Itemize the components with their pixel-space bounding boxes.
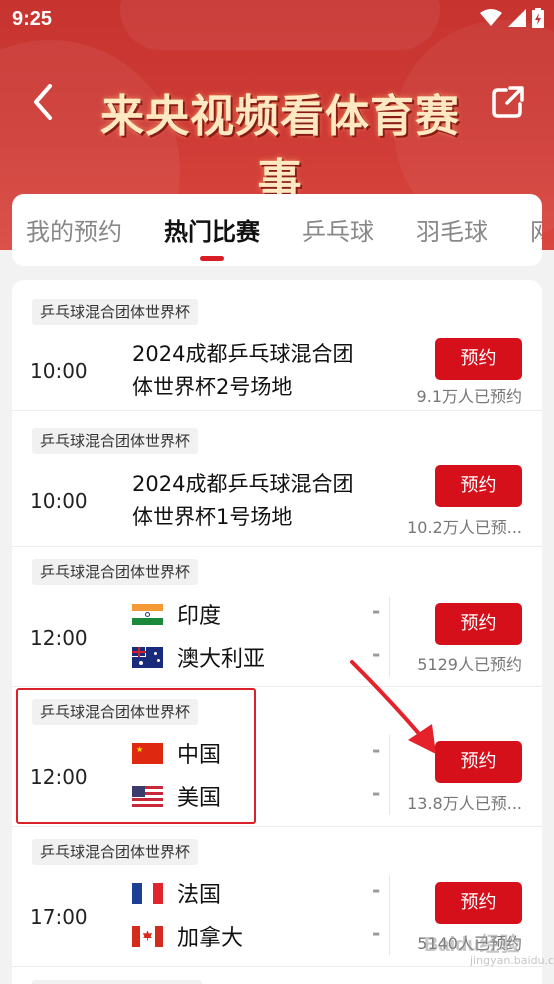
match-card[interactable]: 乒乓球混合团体世界杯 12:00 印度 澳大利亚 - - 预约 5129人已预约 — [12, 547, 542, 687]
event-tag: 乒乓球混合团体世界杯 — [32, 428, 199, 454]
share-icon[interactable] — [490, 84, 526, 120]
watermark: Baidu经验 — [424, 934, 520, 956]
reservation-count: 13.8万人已预... — [407, 794, 522, 813]
team-row: 加拿大 — [132, 921, 243, 951]
reserve-button[interactable]: 预约 — [435, 338, 522, 380]
match-title-line: 体世界杯2号场地 — [132, 375, 293, 399]
reserve-button[interactable]: 预约 — [435, 882, 522, 924]
reservation-count: 9.1万人已预约 — [416, 387, 522, 406]
wifi-icon — [480, 9, 502, 26]
status-time: 9:25 — [12, 8, 53, 30]
team-row: 澳大利亚 — [132, 642, 265, 672]
event-tag: 乒乓球混合团体世界杯 — [32, 839, 199, 865]
team-name: 法国 — [177, 883, 222, 908]
canada-flag-icon — [132, 925, 163, 947]
category-tabs: 我的预约 热门比赛 乒乓球 羽毛球 网 — [12, 194, 542, 266]
highlight-box — [16, 688, 256, 824]
match-title-line: 2024成都乒乓球混合团 — [132, 472, 354, 496]
event-tag: 乒乓球混合团体世界杯 — [32, 559, 199, 585]
team-name: 加拿大 — [177, 926, 244, 951]
active-tab-indicator — [200, 256, 224, 261]
status-icons — [480, 8, 544, 28]
match-card[interactable]: 乒乓球混合团体世界杯 10:00 2024成都乒乓球混合团 体世界杯1号场地 预… — [12, 411, 542, 547]
team-score: - — [372, 599, 381, 623]
status-bar: 9:25 — [0, 0, 554, 38]
match-title: 2024成都乒乓球混合团 体世界杯1号场地 — [132, 468, 382, 534]
reservation-count: 10.2万人已预... — [407, 518, 522, 537]
match-time: 10:00 — [30, 359, 88, 383]
watermark-sub: jingyan.baidu.com — [470, 954, 554, 967]
tab-my-reservations[interactable]: 我的预约 — [26, 212, 122, 247]
france-flag-icon — [132, 882, 163, 904]
team-name: 澳大利亚 — [177, 647, 266, 672]
match-title: 2024成都乒乓球混合团 体世界杯2号场地 — [132, 338, 382, 404]
team-name: 印度 — [177, 604, 222, 629]
match-time: 12:00 — [30, 626, 88, 650]
match-card[interactable]: 乒乓球混合团体世界杯 10:00 2024成都乒乓球混合团 体世界杯2号场地 预… — [12, 280, 542, 411]
battery-icon — [532, 8, 544, 28]
match-title-line: 体世界杯1号场地 — [132, 505, 293, 529]
team-row: 印度 — [132, 599, 221, 629]
match-list: 乒乓球混合团体世界杯 10:00 2024成都乒乓球混合团 体世界杯2号场地 预… — [12, 280, 542, 984]
team-score: - — [372, 878, 381, 902]
match-title-line: 2024成都乒乓球混合团 — [132, 342, 354, 366]
tab-hot-matches[interactable]: 热门比赛 — [164, 212, 260, 247]
event-tag: 乒乓球混合团体世界杯 — [32, 299, 199, 325]
reserve-button[interactable]: 预约 — [435, 603, 522, 645]
australia-flag-icon — [132, 646, 163, 668]
tab-badminton[interactable]: 羽毛球 — [416, 212, 488, 247]
title-row: 来央视频看体育赛事 — [0, 70, 554, 206]
chevron-left-icon[interactable] — [26, 82, 60, 122]
event-tag-partial — [32, 980, 202, 984]
page-title: 来央视频看体育赛事 — [100, 91, 460, 206]
team-row: 法国 — [132, 878, 221, 908]
annotation-arrow-icon — [350, 660, 436, 754]
tab-tennis[interactable]: 网 — [530, 212, 542, 247]
reserve-button[interactable]: 预约 — [435, 465, 522, 507]
india-flag-icon — [132, 603, 163, 625]
match-time: 17:00 — [30, 905, 88, 929]
tab-table-tennis[interactable]: 乒乓球 — [302, 212, 374, 247]
signal-icon — [508, 9, 526, 27]
match-time: 10:00 — [30, 489, 88, 513]
